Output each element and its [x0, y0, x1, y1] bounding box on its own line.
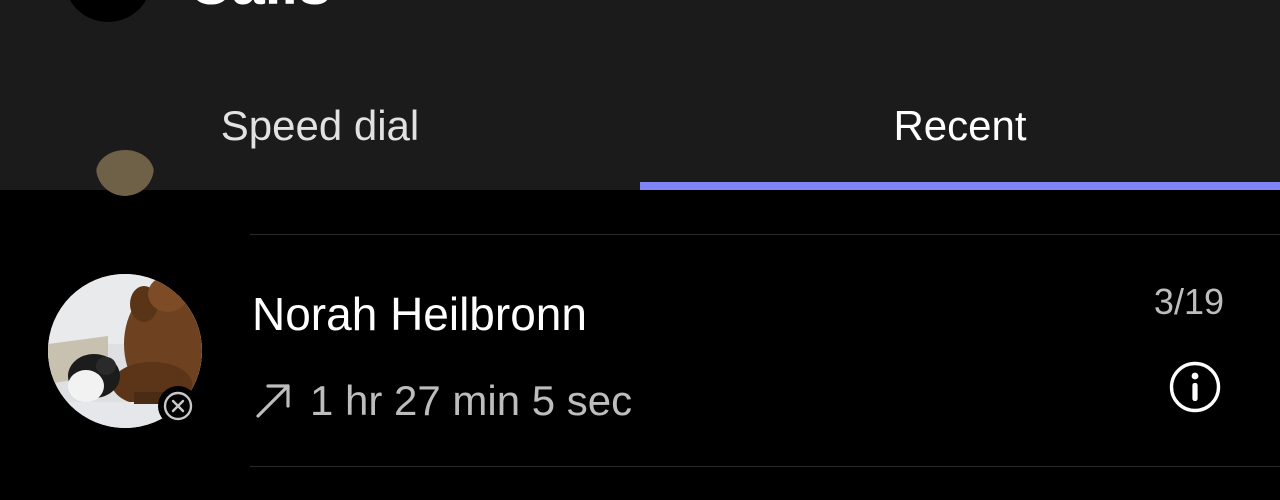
call-duration: 1 hr 27 min 5 sec — [310, 377, 633, 424]
profile-avatar[interactable] — [64, 0, 152, 22]
call-tabs: Speed dial Recent — [0, 60, 1280, 190]
page-title: Calls — [188, 0, 331, 14]
recent-call-row[interactable]: Norah Heilbronn 3/19 1 hr 27 min 5 sec — [0, 236, 1280, 466]
outgoing-arrow-icon — [256, 384, 290, 418]
contact-name: Norah Heilbronn — [252, 288, 587, 340]
list-divider — [250, 234, 1280, 235]
info-button[interactable] — [1168, 360, 1222, 414]
tab-label: Recent — [893, 102, 1027, 149]
tab-recent[interactable]: Recent — [640, 60, 1280, 190]
active-tab-indicator — [640, 182, 1280, 190]
list-divider — [250, 466, 1280, 467]
header: Calls Speed dial Recent — [0, 0, 1280, 190]
calls-screen: Calls Speed dial Recent — [0, 0, 1280, 500]
info-icon — [1169, 361, 1221, 413]
offline-presence-icon — [158, 386, 198, 426]
call-date: 3/19 — [1153, 281, 1224, 322]
list-item-avatar-partial — [96, 150, 154, 196]
call-details: 1 hr 27 min 5 sec — [252, 376, 632, 426]
tab-label: Speed dial — [220, 102, 420, 149]
